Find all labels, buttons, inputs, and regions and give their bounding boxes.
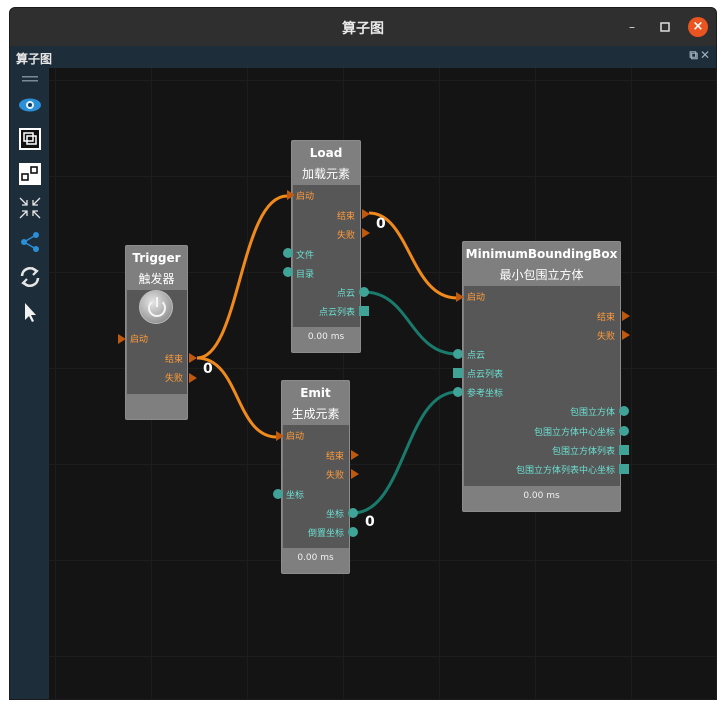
pointer-icon[interactable] xyxy=(17,299,42,324)
maximize-icon xyxy=(660,22,670,32)
panel-title: 算子图 xyxy=(16,52,53,66)
node-name: Emit xyxy=(300,386,331,400)
collapse-icon[interactable] xyxy=(17,195,42,220)
output-label: 包围立方体列表中心坐标 xyxy=(515,466,615,476)
panel-header: 算子图 ⧉✕ xyxy=(10,46,716,68)
output-port-pointcloud-list[interactable] xyxy=(359,306,369,316)
input-port-start[interactable] xyxy=(276,431,284,441)
input-port-file[interactable] xyxy=(283,248,293,258)
output-port-bounding-box-list[interactable] xyxy=(619,445,629,455)
input-label: 参考坐标 xyxy=(467,389,504,399)
output-label: 点云 xyxy=(336,289,355,299)
output-port-coord[interactable] xyxy=(348,508,358,518)
layout-icon[interactable] xyxy=(17,161,42,186)
minimize-button[interactable]: – xyxy=(622,17,642,37)
output-port-done[interactable] xyxy=(622,311,630,321)
refresh-icon[interactable] xyxy=(17,264,42,289)
input-label: 目录 xyxy=(296,270,315,280)
node-subtitle: 最小包围立方体 xyxy=(499,268,584,282)
node-trigger[interactable]: Trigger 触发器 启动 结束 失败 xyxy=(125,245,188,420)
input-port-reference-coord[interactable] xyxy=(453,387,463,397)
input-port-start[interactable] xyxy=(456,292,464,302)
output-port-bounding-box-list-center[interactable] xyxy=(619,464,629,474)
title-bar[interactable]: 算子图 – × xyxy=(10,8,716,46)
input-label: 启动 xyxy=(130,335,149,345)
output-port-pointcloud[interactable] xyxy=(359,287,369,297)
output-port-fail[interactable] xyxy=(362,228,370,238)
panel-float-close-icons[interactable]: ⧉✕ xyxy=(689,48,712,63)
output-label: 点云列表 xyxy=(318,308,355,318)
maximize-button[interactable] xyxy=(655,17,675,37)
node-subtitle: 触发器 xyxy=(138,272,175,286)
close-button[interactable]: × xyxy=(688,17,708,37)
node-timing: 0.00 ms xyxy=(307,332,345,342)
output-label: 包围立方体列表 xyxy=(551,447,615,457)
eye-icon[interactable] xyxy=(17,92,42,117)
input-port-pointcloud-list[interactable] xyxy=(453,368,463,378)
node-name: Load xyxy=(309,146,343,160)
input-label: 启动 xyxy=(467,293,486,303)
node-minimum-bounding-box[interactable]: MinimumBoundingBox 最小包围立方体 启动 结束 失败 点云 点… xyxy=(462,241,621,512)
output-port-inverse-coord[interactable] xyxy=(348,527,358,537)
output-port-done[interactable] xyxy=(362,209,370,219)
output-label: 包围立方体 xyxy=(569,408,615,418)
input-label: 启动 xyxy=(296,192,315,202)
output-label: 失败 xyxy=(336,231,355,241)
output-label: 倒置坐标 xyxy=(307,529,344,539)
output-port-fail[interactable] xyxy=(351,469,359,479)
node-body: 启动 结束 失败 点云 点云列表 参考坐标 包围立方体 包围立方体中心坐标 包围… xyxy=(464,286,620,486)
node-timing: 0.00 ms xyxy=(523,491,560,501)
input-port-dir[interactable] xyxy=(283,267,293,277)
node-load[interactable]: Load 加载元素 启动 结束 失败 文件 目录 点云 点云列表 0.00 ms xyxy=(291,140,361,353)
output-label: 包围立方体中心坐标 xyxy=(533,428,615,438)
output-label: 结束 xyxy=(325,452,344,462)
connection-count: 0 xyxy=(376,216,386,232)
output-label: 结束 xyxy=(336,212,355,222)
input-label: 点云 xyxy=(467,351,486,361)
output-port-done[interactable] xyxy=(351,450,359,460)
input-label: 坐标 xyxy=(286,491,305,501)
output-port-fail[interactable] xyxy=(622,330,630,340)
node-name: MinimumBoundingBox xyxy=(465,247,618,261)
output-port-done[interactable] xyxy=(189,353,197,363)
output-label: 失败 xyxy=(325,471,344,481)
graph-icon[interactable] xyxy=(17,229,42,254)
window-title: 算子图 xyxy=(342,21,384,37)
input-label: 文件 xyxy=(296,251,315,261)
node-subtitle: 加载元素 xyxy=(301,167,350,181)
input-label: 启动 xyxy=(286,432,305,442)
output-label: 结束 xyxy=(164,355,183,365)
node-body: 启动 结束 失败 文件 目录 点云 点云列表 xyxy=(293,185,360,327)
input-label: 点云列表 xyxy=(467,370,504,380)
output-port-bounding-box-center[interactable] xyxy=(619,426,629,436)
node-body: 启动 结束 失败 坐标 坐标 倒置坐标 xyxy=(283,425,349,548)
input-port-start[interactable] xyxy=(118,334,126,344)
output-port-bounding-box[interactable] xyxy=(619,406,629,416)
input-port-start[interactable] xyxy=(287,190,295,200)
output-label: 结束 xyxy=(596,313,615,323)
output-port-fail[interactable] xyxy=(189,373,197,383)
node-timing: 0.00 ms xyxy=(297,553,334,563)
fit-view-icon[interactable] xyxy=(17,126,42,151)
connection-count: 0 xyxy=(203,361,213,377)
output-label: 失败 xyxy=(596,332,615,342)
input-port-pointcloud[interactable] xyxy=(453,349,463,359)
input-port-coord[interactable] xyxy=(273,489,283,499)
output-label: 失败 xyxy=(164,374,183,384)
left-toolbar xyxy=(10,68,49,699)
grip-icon[interactable] xyxy=(17,72,42,86)
node-name: Trigger xyxy=(132,251,181,265)
connection-count: 0 xyxy=(365,514,375,530)
node-body: 启动 结束 失败 xyxy=(127,290,187,394)
node-emit[interactable]: Emit 生成元素 启动 结束 失败 坐标 坐标 倒置坐标 0.00 ms xyxy=(281,380,350,574)
output-label: 坐标 xyxy=(325,510,344,520)
power-button-icon[interactable] xyxy=(139,290,173,324)
node-subtitle: 生成元素 xyxy=(291,407,340,421)
